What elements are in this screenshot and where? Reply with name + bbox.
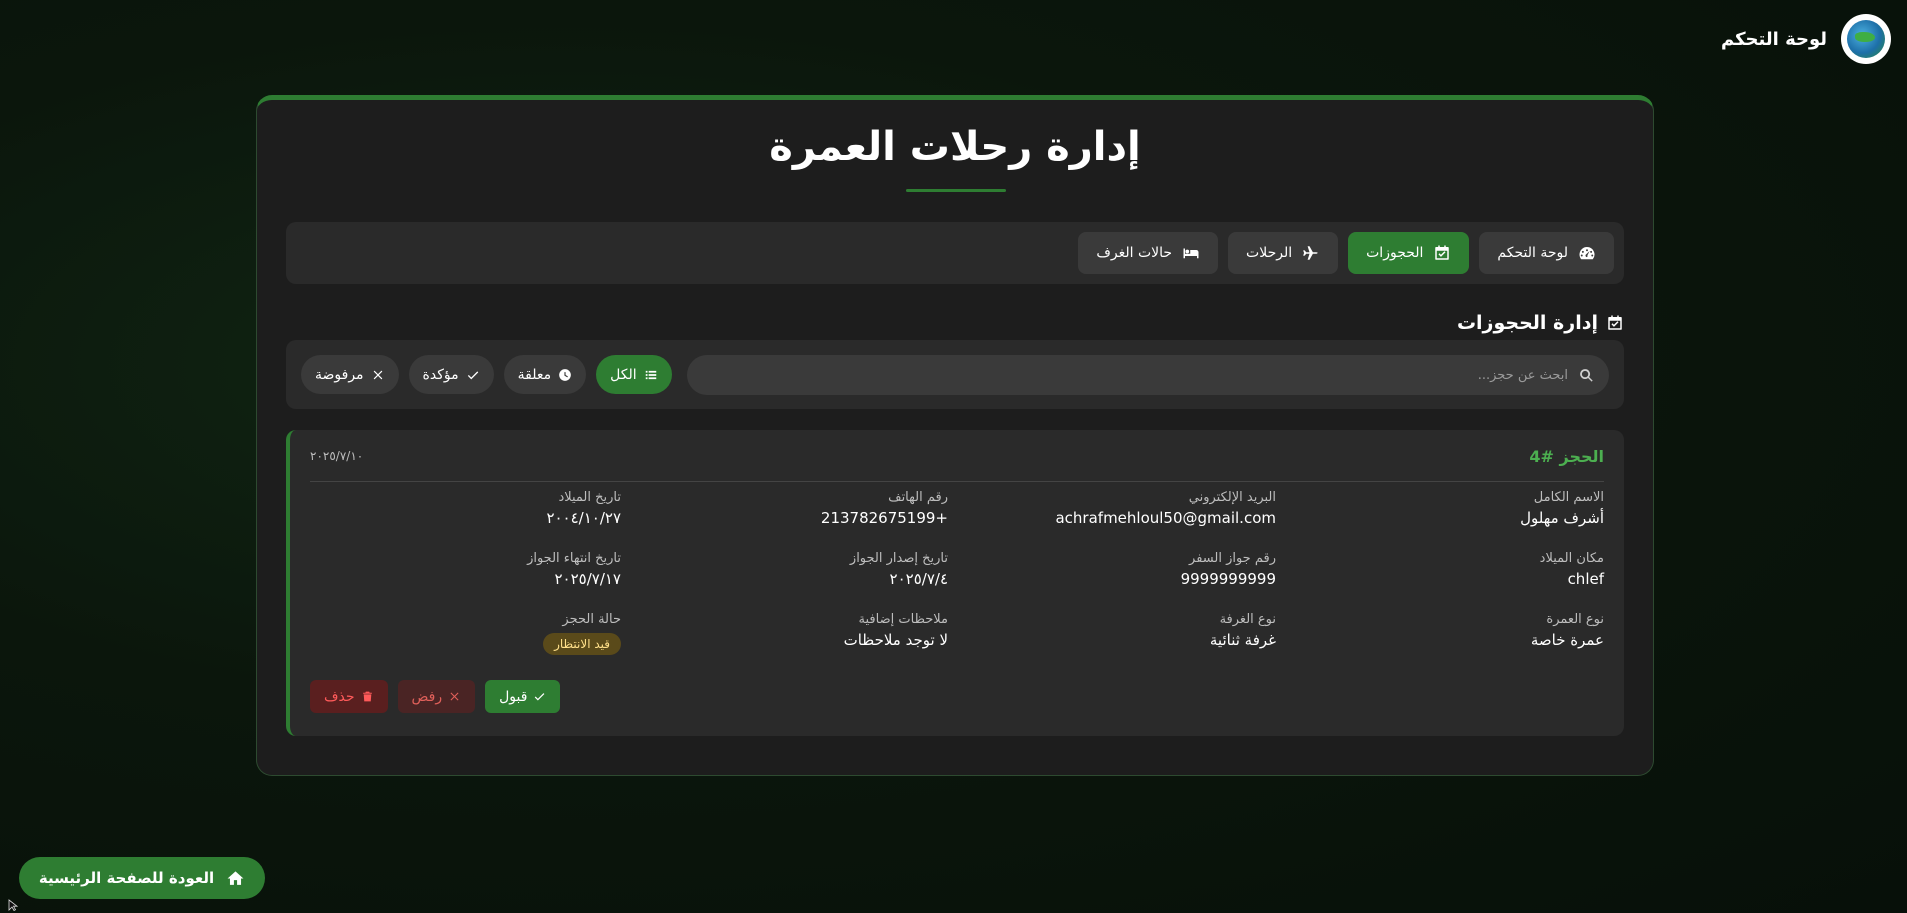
field-value: ٢٠٢٥/٧/٤ <box>889 570 948 588</box>
accept-label: قبول <box>499 688 528 705</box>
field-label: الاسم الكامل <box>1533 490 1604 505</box>
field-label: نوع العمرة <box>1546 612 1604 627</box>
close-icon <box>373 370 382 379</box>
accept-button[interactable]: قبول <box>485 680 561 713</box>
nav-trips-label: الرحلات <box>1246 245 1293 261</box>
field-value: 9999999999 <box>1180 570 1276 588</box>
booking-actions: حذف رفض قبول <box>310 680 561 713</box>
brand[interactable]: لوحة التحكم <box>1721 14 1891 64</box>
check-icon <box>535 693 545 701</box>
filter-bar: الكل معلقة مؤكدة مرفوضة <box>286 340 1624 409</box>
nav-bookings-button[interactable]: الحجوزات <box>1348 232 1470 274</box>
field-label: تاريخ انتهاء الجواز <box>527 551 621 566</box>
field-value: 213782675199+ <box>820 509 948 527</box>
card-divider <box>310 481 1604 482</box>
filter-pending-label: معلقة <box>517 366 552 383</box>
field-passport-expiry: تاريخ انتهاء الجواز ٢٠٢٥/٧/١٧ <box>301 551 621 588</box>
nav-dashboard-label: لوحة التحكم <box>1497 245 1568 261</box>
field-value: ٢٠٠٤/١٠/٢٧ <box>546 509 621 527</box>
field-value: ٢٠٢٥/٧/١٧ <box>554 570 621 588</box>
field-value: عمرة خاصة <box>1530 631 1604 649</box>
field-birth-date: تاريخ الميلاد ٢٠٠٤/١٠/٢٧ <box>301 490 621 527</box>
agency-logo-icon <box>1841 14 1891 64</box>
calendar-check-icon <box>1435 245 1450 260</box>
field-umrah-type: نوع العمرة عمرة خاصة <box>1284 612 1604 649</box>
mouse-cursor-icon <box>8 899 19 911</box>
filter-confirmed-label: مؤكدة <box>422 366 459 383</box>
page-title: إدارة رحلات العمرة <box>769 124 1141 170</box>
nav-trips-button[interactable]: الرحلات <box>1228 232 1339 274</box>
filter-pending-button[interactable]: معلقة <box>503 355 587 394</box>
home-icon <box>227 870 244 885</box>
field-birth-place: مكان الميلاد chlef <box>1284 551 1604 588</box>
admin-nav: لوحة التحكم الحجوزات الرحلات حالات الغرف <box>286 222 1624 284</box>
list-icon <box>645 370 656 379</box>
check-icon <box>467 370 478 379</box>
booking-card: الحجز #4 ٢٠٢٥/٧/١٠ الاسم الكامل أشرف مهل… <box>286 430 1624 736</box>
field-label: مكان الميلاد <box>1539 551 1604 566</box>
filter-confirmed-button[interactable]: مؤكدة <box>408 355 494 394</box>
status-badge: قيد الانتظار <box>543 633 621 655</box>
field-value: غرفة ثنائية <box>1209 631 1276 649</box>
field-label: ملاحظات إضافية <box>858 612 948 627</box>
reject-label: رفض <box>411 688 443 705</box>
brand-title: لوحة التحكم <box>1720 28 1827 50</box>
field-phone: رقم الهاتف 213782675199+ <box>628 490 948 527</box>
calendar-check-icon <box>1608 315 1622 330</box>
nav-rooms-label: حالات الغرف <box>1096 245 1173 261</box>
dashboard-gauge-icon <box>1579 247 1595 260</box>
back-home-button[interactable]: العودة للصفحة الرئيسية <box>19 857 265 899</box>
delete-label: حذف <box>324 688 355 705</box>
field-label: البريد الإلكتروني <box>1188 490 1276 505</box>
field-label: تاريخ إصدار الجواز <box>849 551 948 566</box>
field-label: حالة الحجز <box>562 612 621 627</box>
nav-dashboard-button[interactable]: لوحة التحكم <box>1479 232 1614 274</box>
search-box[interactable] <box>687 355 1609 395</box>
nav-bookings-label: الحجوزات <box>1366 245 1424 261</box>
search-icon <box>1580 368 1593 382</box>
trash-icon <box>362 691 372 702</box>
field-label: تاريخ الميلاد <box>558 490 621 505</box>
field-value: أشرف مهلول <box>1520 509 1604 527</box>
filter-rejected-label: مرفوضة <box>315 366 364 383</box>
title-underline <box>906 189 1006 192</box>
field-status: حالة الحجز قيد الانتظار <box>301 612 621 655</box>
status-filters: الكل معلقة مؤكدة مرفوضة <box>301 355 672 394</box>
field-full-name: الاسم الكامل أشرف مهلول <box>1284 490 1604 527</box>
main-panel: إدارة رحلات العمرة لوحة التحكم الحجوزات … <box>256 95 1654 776</box>
filter-all-label: الكل <box>610 366 637 383</box>
field-value: chlef <box>1567 570 1604 588</box>
nav-rooms-button[interactable]: حالات الغرف <box>1078 232 1219 274</box>
search-input[interactable] <box>701 367 1568 383</box>
plane-icon <box>1303 246 1318 260</box>
clock-icon <box>559 368 571 381</box>
reject-button[interactable]: رفض <box>397 680 476 713</box>
bed-icon <box>1183 248 1199 259</box>
field-label: رقم جواز السفر <box>1189 551 1276 566</box>
field-email: البريد الإلكتروني achrafmehloul50@gmail.… <box>956 490 1276 527</box>
section-header: إدارة الحجوزات <box>1457 312 1624 334</box>
field-label: نوع الغرفة <box>1219 612 1276 627</box>
field-value: لا توجد ملاحظات <box>843 631 948 649</box>
field-value: achrafmehloul50@gmail.com <box>1055 509 1276 527</box>
section-title: إدارة الحجوزات <box>1456 312 1598 334</box>
field-room-type: نوع الغرفة غرفة ثنائية <box>956 612 1276 649</box>
close-icon <box>450 692 459 701</box>
back-home-label: العودة للصفحة الرئيسية <box>38 869 215 887</box>
filter-all-button[interactable]: الكل <box>596 355 672 394</box>
field-passport-number: رقم جواز السفر 9999999999 <box>956 551 1276 588</box>
field-notes: ملاحظات إضافية لا توجد ملاحظات <box>628 612 948 649</box>
booking-title: الحجز #4 <box>1529 447 1604 466</box>
delete-button[interactable]: حذف <box>310 680 388 713</box>
booking-date: ٢٠٢٥/٧/١٠ <box>310 449 364 463</box>
field-passport-issue: تاريخ إصدار الجواز ٢٠٢٥/٧/٤ <box>628 551 948 588</box>
field-label: رقم الهاتف <box>888 490 948 505</box>
filter-rejected-button[interactable]: مرفوضة <box>301 355 399 394</box>
